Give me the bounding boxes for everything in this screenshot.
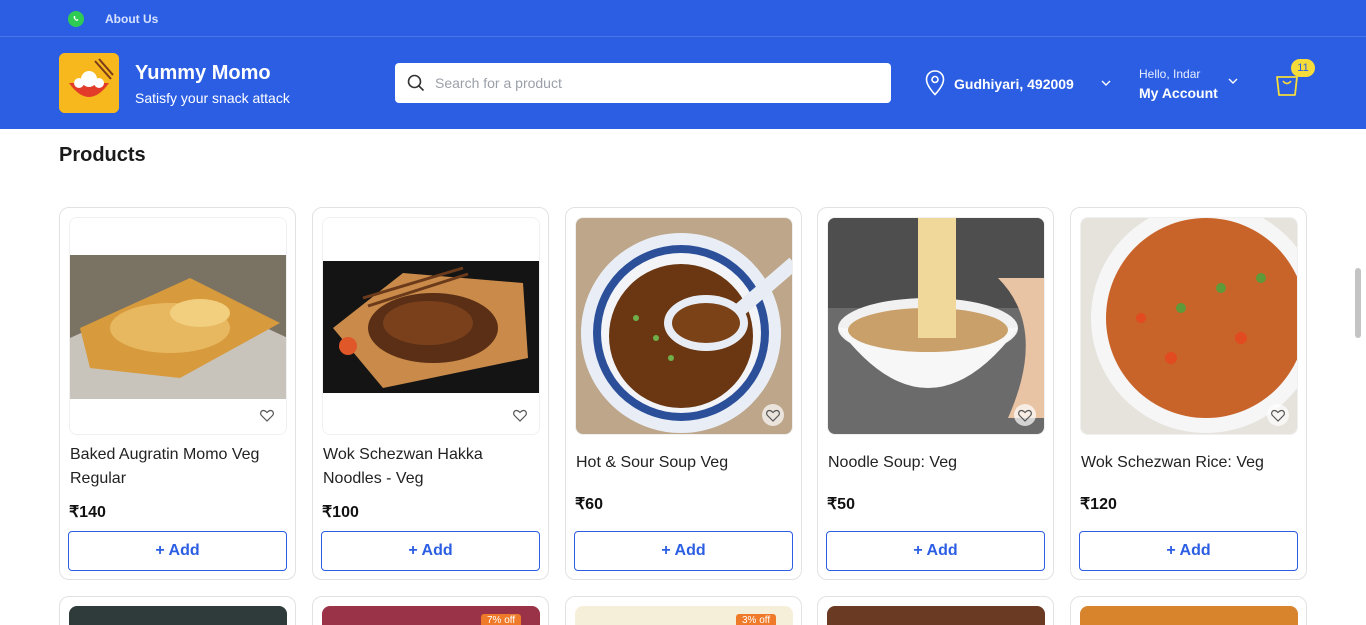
chevron-down-icon[interactable] (1101, 79, 1111, 87)
product-image[interactable] (69, 217, 287, 435)
discount-badge: 7% off (481, 614, 522, 625)
product-card[interactable] (59, 596, 296, 625)
product-card[interactable]: Wok Schezwan Rice: Veg ₹120 + Add (1070, 207, 1307, 580)
delivery-location[interactable]: Gudhiyari, 492009 (954, 76, 1074, 92)
product-card[interactable]: 3% off (565, 596, 802, 625)
product-image[interactable] (827, 217, 1045, 435)
brand-tagline: Satisfy your snack attack (135, 90, 290, 106)
main-header: Yummy Momo Satisfy your snack attack Gud… (0, 37, 1366, 129)
cart-count-badge: 11 (1291, 59, 1315, 77)
location-pin-icon[interactable] (925, 70, 945, 96)
product-price: ₹60 (575, 496, 603, 513)
wishlist-heart-icon[interactable] (762, 404, 784, 426)
top-bar: About Us (0, 0, 1366, 37)
product-image[interactable] (1080, 606, 1298, 625)
search-icon (407, 74, 425, 92)
chevron-down-icon[interactable] (1228, 77, 1238, 85)
product-image[interactable] (827, 606, 1045, 625)
product-card[interactable] (1070, 596, 1307, 625)
add-to-cart-button[interactable]: + Add (321, 531, 540, 571)
product-price: ₹140 (69, 504, 106, 521)
discount-badge: 3% off (736, 614, 777, 625)
wishlist-heart-icon[interactable] (256, 404, 278, 426)
product-image[interactable] (1080, 217, 1298, 435)
wishlist-heart-icon[interactable] (1014, 404, 1036, 426)
search-input[interactable] (435, 71, 875, 95)
search-bar[interactable] (395, 63, 891, 103)
about-us-link[interactable]: About Us (105, 12, 158, 26)
product-image[interactable] (322, 217, 540, 435)
scrollbar-thumb[interactable] (1355, 268, 1361, 338)
add-to-cart-button[interactable]: + Add (826, 531, 1045, 571)
section-title: Products (59, 144, 146, 166)
product-name[interactable]: Wok Schezwan Rice: Veg (1081, 451, 1296, 475)
product-card[interactable]: 7% off (312, 596, 549, 625)
product-price: ₹50 (827, 496, 855, 513)
product-name[interactable]: Baked Augratin Momo Veg Regular (70, 443, 285, 491)
product-name[interactable]: Hot & Sour Soup Veg (576, 451, 791, 475)
wishlist-heart-icon[interactable] (1267, 404, 1289, 426)
product-card[interactable] (817, 596, 1054, 625)
product-image[interactable] (575, 217, 793, 435)
brand-logo[interactable] (59, 53, 119, 113)
my-account-link[interactable]: My Account (1139, 85, 1218, 101)
add-to-cart-button[interactable]: + Add (68, 531, 287, 571)
product-card[interactable]: Hot & Sour Soup Veg ₹60 + Add (565, 207, 802, 580)
product-name[interactable]: Wok Schezwan Hakka Noodles - Veg (323, 443, 538, 491)
product-name[interactable]: Noodle Soup: Veg (828, 451, 1043, 475)
product-card[interactable]: Wok Schezwan Hakka Noodles - Veg ₹100 + … (312, 207, 549, 580)
product-price: ₹120 (1080, 496, 1117, 513)
add-to-cart-button[interactable]: + Add (574, 531, 793, 571)
wishlist-heart-icon[interactable] (509, 404, 531, 426)
whatsapp-icon[interactable] (68, 11, 84, 27)
product-card[interactable]: Baked Augratin Momo Veg Regular ₹140 + A… (59, 207, 296, 580)
brand-name[interactable]: Yummy Momo (135, 62, 271, 85)
add-to-cart-button[interactable]: + Add (1079, 531, 1298, 571)
product-card[interactable]: Noodle Soup: Veg ₹50 + Add (817, 207, 1054, 580)
user-greeting: Hello, Indar (1139, 67, 1201, 81)
product-image[interactable] (69, 606, 287, 625)
product-price: ₹100 (322, 504, 359, 521)
